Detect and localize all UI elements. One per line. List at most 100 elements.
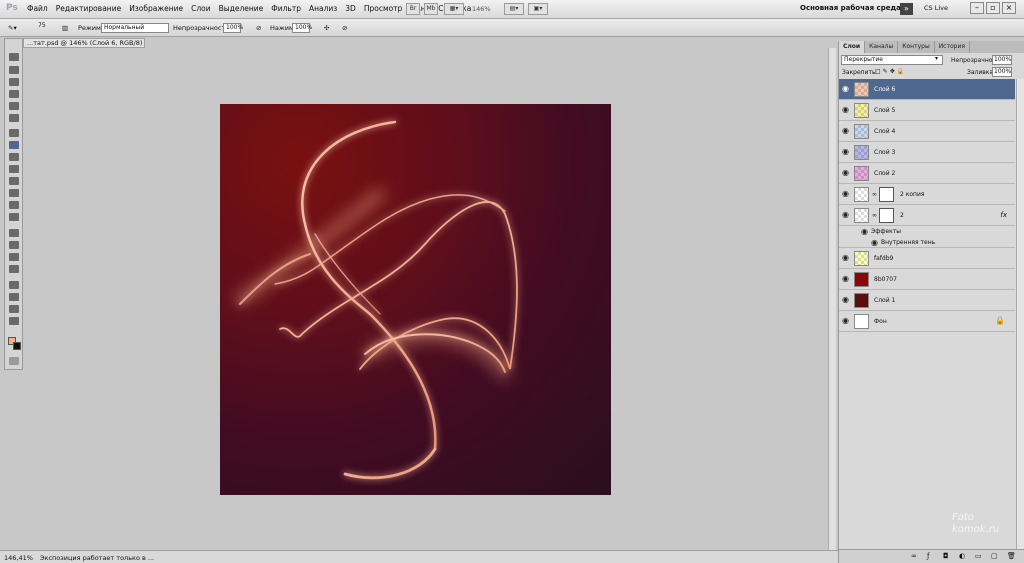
eye-icon[interactable]: ◉ bbox=[842, 254, 850, 262]
layer-row[interactable]: ◉ Слой 1 bbox=[839, 290, 1015, 311]
new-layer-icon[interactable]: ▢ bbox=[991, 552, 998, 560]
minimize-button[interactable]: – bbox=[970, 2, 984, 14]
brush-tool-icon[interactable] bbox=[9, 141, 19, 149]
mode-select[interactable]: Нормальный bbox=[101, 23, 169, 33]
tablet-opacity-icon[interactable]: ⊘ bbox=[256, 24, 261, 32]
eye-icon[interactable]: ◉ bbox=[842, 169, 850, 177]
eye-icon[interactable]: ◉ bbox=[861, 228, 869, 236]
screen-mode-button[interactable]: ▣▾ bbox=[528, 3, 548, 15]
adjustment-layer-icon[interactable]: ◐ bbox=[959, 552, 965, 560]
status-info[interactable]: Экспозиция работает только в ... bbox=[40, 554, 154, 562]
move-tool-icon[interactable] bbox=[9, 53, 19, 61]
hand-tool-icon[interactable] bbox=[9, 305, 19, 313]
3d-rotate-tool-icon[interactable] bbox=[9, 281, 19, 289]
effect-row[interactable]: ◉ Внутренняя тень bbox=[839, 237, 1015, 248]
add-mask-icon[interactable]: ◘ bbox=[943, 552, 949, 560]
marquee-tool-icon[interactable] bbox=[9, 66, 19, 74]
menu-image[interactable]: Изображение bbox=[129, 4, 183, 13]
quick-select-tool-icon[interactable] bbox=[9, 90, 19, 98]
menu-3d[interactable]: 3D bbox=[345, 4, 356, 13]
status-zoom[interactable]: 146,41% bbox=[4, 554, 33, 562]
minibridge-button[interactable]: Mb bbox=[424, 3, 438, 15]
tab-layers[interactable]: Слои bbox=[839, 41, 866, 53]
layer-row[interactable]: ◉ fafdb9 bbox=[839, 248, 1015, 269]
eye-icon[interactable]: ◉ bbox=[842, 148, 850, 156]
eye-icon[interactable]: ◉ bbox=[842, 317, 850, 325]
restore-button[interactable]: ▫ bbox=[986, 2, 1000, 14]
new-group-icon[interactable]: ▭ bbox=[975, 552, 982, 560]
bridge-button[interactable]: Br bbox=[406, 3, 420, 15]
blend-mode-select[interactable]: Перекрытие bbox=[841, 55, 943, 65]
workspace-label[interactable]: Основная рабочая среда bbox=[800, 4, 901, 12]
crop-tool-icon[interactable] bbox=[9, 102, 19, 110]
tablet-size-icon[interactable]: ⊘ bbox=[342, 24, 347, 32]
eye-icon[interactable]: ◉ bbox=[842, 275, 850, 283]
layer-row[interactable]: ◉ Слой 6 bbox=[839, 79, 1015, 100]
eraser-tool-icon[interactable] bbox=[9, 177, 19, 185]
healing-tool-icon[interactable] bbox=[9, 129, 19, 137]
layer-mask-thumbnail[interactable] bbox=[879, 187, 894, 202]
history-brush-icon[interactable] bbox=[9, 165, 19, 173]
arrange-documents-button[interactable]: ▤▾ bbox=[504, 3, 524, 15]
menu-view[interactable]: Просмотр bbox=[364, 4, 403, 13]
menu-analysis[interactable]: Анализ bbox=[309, 4, 337, 13]
blur-tool-icon[interactable] bbox=[9, 201, 19, 209]
lock-icons[interactable]: □✎✥🔒 bbox=[875, 68, 906, 75]
eye-icon[interactable]: ◉ bbox=[842, 106, 850, 114]
eye-icon[interactable]: ◉ bbox=[842, 190, 850, 198]
brush-tool-icon[interactable]: ✎▾ bbox=[8, 24, 17, 32]
tab-paths[interactable]: Контуры bbox=[898, 41, 935, 53]
workspace-expand-icon[interactable]: » bbox=[900, 3, 913, 15]
layer-row[interactable]: ◉ Слой 2 bbox=[839, 163, 1015, 184]
brush-size[interactable]: 75 bbox=[38, 22, 46, 29]
pen-tool-icon[interactable] bbox=[9, 229, 19, 237]
layers-scrollbar[interactable] bbox=[1016, 79, 1024, 549]
eye-icon[interactable]: ◉ bbox=[871, 239, 879, 247]
link-icon[interactable]: ∞ bbox=[872, 212, 877, 219]
menu-filter[interactable]: Фильтр bbox=[271, 4, 301, 13]
type-tool-icon[interactable] bbox=[9, 241, 19, 249]
layer-mask-thumbnail[interactable] bbox=[879, 208, 894, 223]
layer-row[interactable]: ◉ Фон 🔒 bbox=[839, 311, 1015, 332]
opacity-field[interactable]: 100% bbox=[223, 23, 243, 33]
gradient-tool-icon[interactable] bbox=[9, 189, 19, 197]
zoom-tool-icon[interactable] bbox=[9, 317, 19, 325]
shape-tool-icon[interactable] bbox=[9, 265, 19, 273]
document-vertical-scrollbar[interactable] bbox=[828, 48, 836, 550]
zoom-level[interactable]: 146% bbox=[472, 5, 491, 13]
link-layers-icon[interactable]: ∞ bbox=[911, 552, 917, 560]
tab-channels[interactable]: Каналы bbox=[865, 41, 899, 53]
layer-opacity-field[interactable]: 100% bbox=[992, 55, 1012, 65]
eyedropper-tool-icon[interactable] bbox=[9, 114, 19, 122]
menu-select[interactable]: Выделение bbox=[219, 4, 264, 13]
fill-field[interactable]: 100% bbox=[992, 67, 1012, 77]
layer-row[interactable]: ◉ Слой 5 bbox=[839, 100, 1015, 121]
layer-row[interactable]: ◉ 8b0707 bbox=[839, 269, 1015, 290]
link-icon[interactable]: ∞ bbox=[872, 191, 877, 198]
effects-row[interactable]: ◉ Эффекты bbox=[839, 226, 1015, 237]
layer-row[interactable]: ◉ Слой 4 bbox=[839, 121, 1015, 142]
tab-history[interactable]: История bbox=[935, 41, 970, 53]
eye-icon[interactable]: ◉ bbox=[842, 85, 850, 93]
view-extras-button[interactable]: ▦▾ bbox=[444, 3, 464, 15]
close-button[interactable]: × bbox=[1002, 2, 1016, 14]
menu-file[interactable]: Файл bbox=[27, 4, 48, 13]
menu-layers[interactable]: Слои bbox=[191, 4, 211, 13]
brush-panel-icon[interactable]: ▥ bbox=[62, 24, 68, 32]
layer-row[interactable]: ◉ ∞ 2 fx bbox=[839, 205, 1015, 226]
airbrush-icon[interactable]: ✣ bbox=[324, 24, 329, 32]
document-canvas[interactable] bbox=[220, 104, 611, 495]
path-select-tool-icon[interactable] bbox=[9, 253, 19, 261]
3d-orbit-tool-icon[interactable] bbox=[9, 293, 19, 301]
lasso-tool-icon[interactable] bbox=[9, 78, 19, 86]
dodge-tool-icon[interactable] bbox=[9, 213, 19, 221]
menu-edit[interactable]: Редактирование bbox=[56, 4, 121, 13]
stamp-tool-icon[interactable] bbox=[9, 153, 19, 161]
fx-menu-icon[interactable]: ƒ bbox=[927, 552, 929, 560]
eye-icon[interactable]: ◉ bbox=[842, 296, 850, 304]
background-color-swatch[interactable] bbox=[13, 342, 21, 350]
cs-live-button[interactable]: CS Live bbox=[924, 4, 948, 12]
trash-icon[interactable]: 🗑 bbox=[1007, 552, 1016, 560]
document-tab[interactable]: ...тат.psd @ 146% (Слой 6, RGB/8) * bbox=[23, 38, 145, 55]
eye-icon[interactable]: ◉ bbox=[842, 211, 850, 219]
